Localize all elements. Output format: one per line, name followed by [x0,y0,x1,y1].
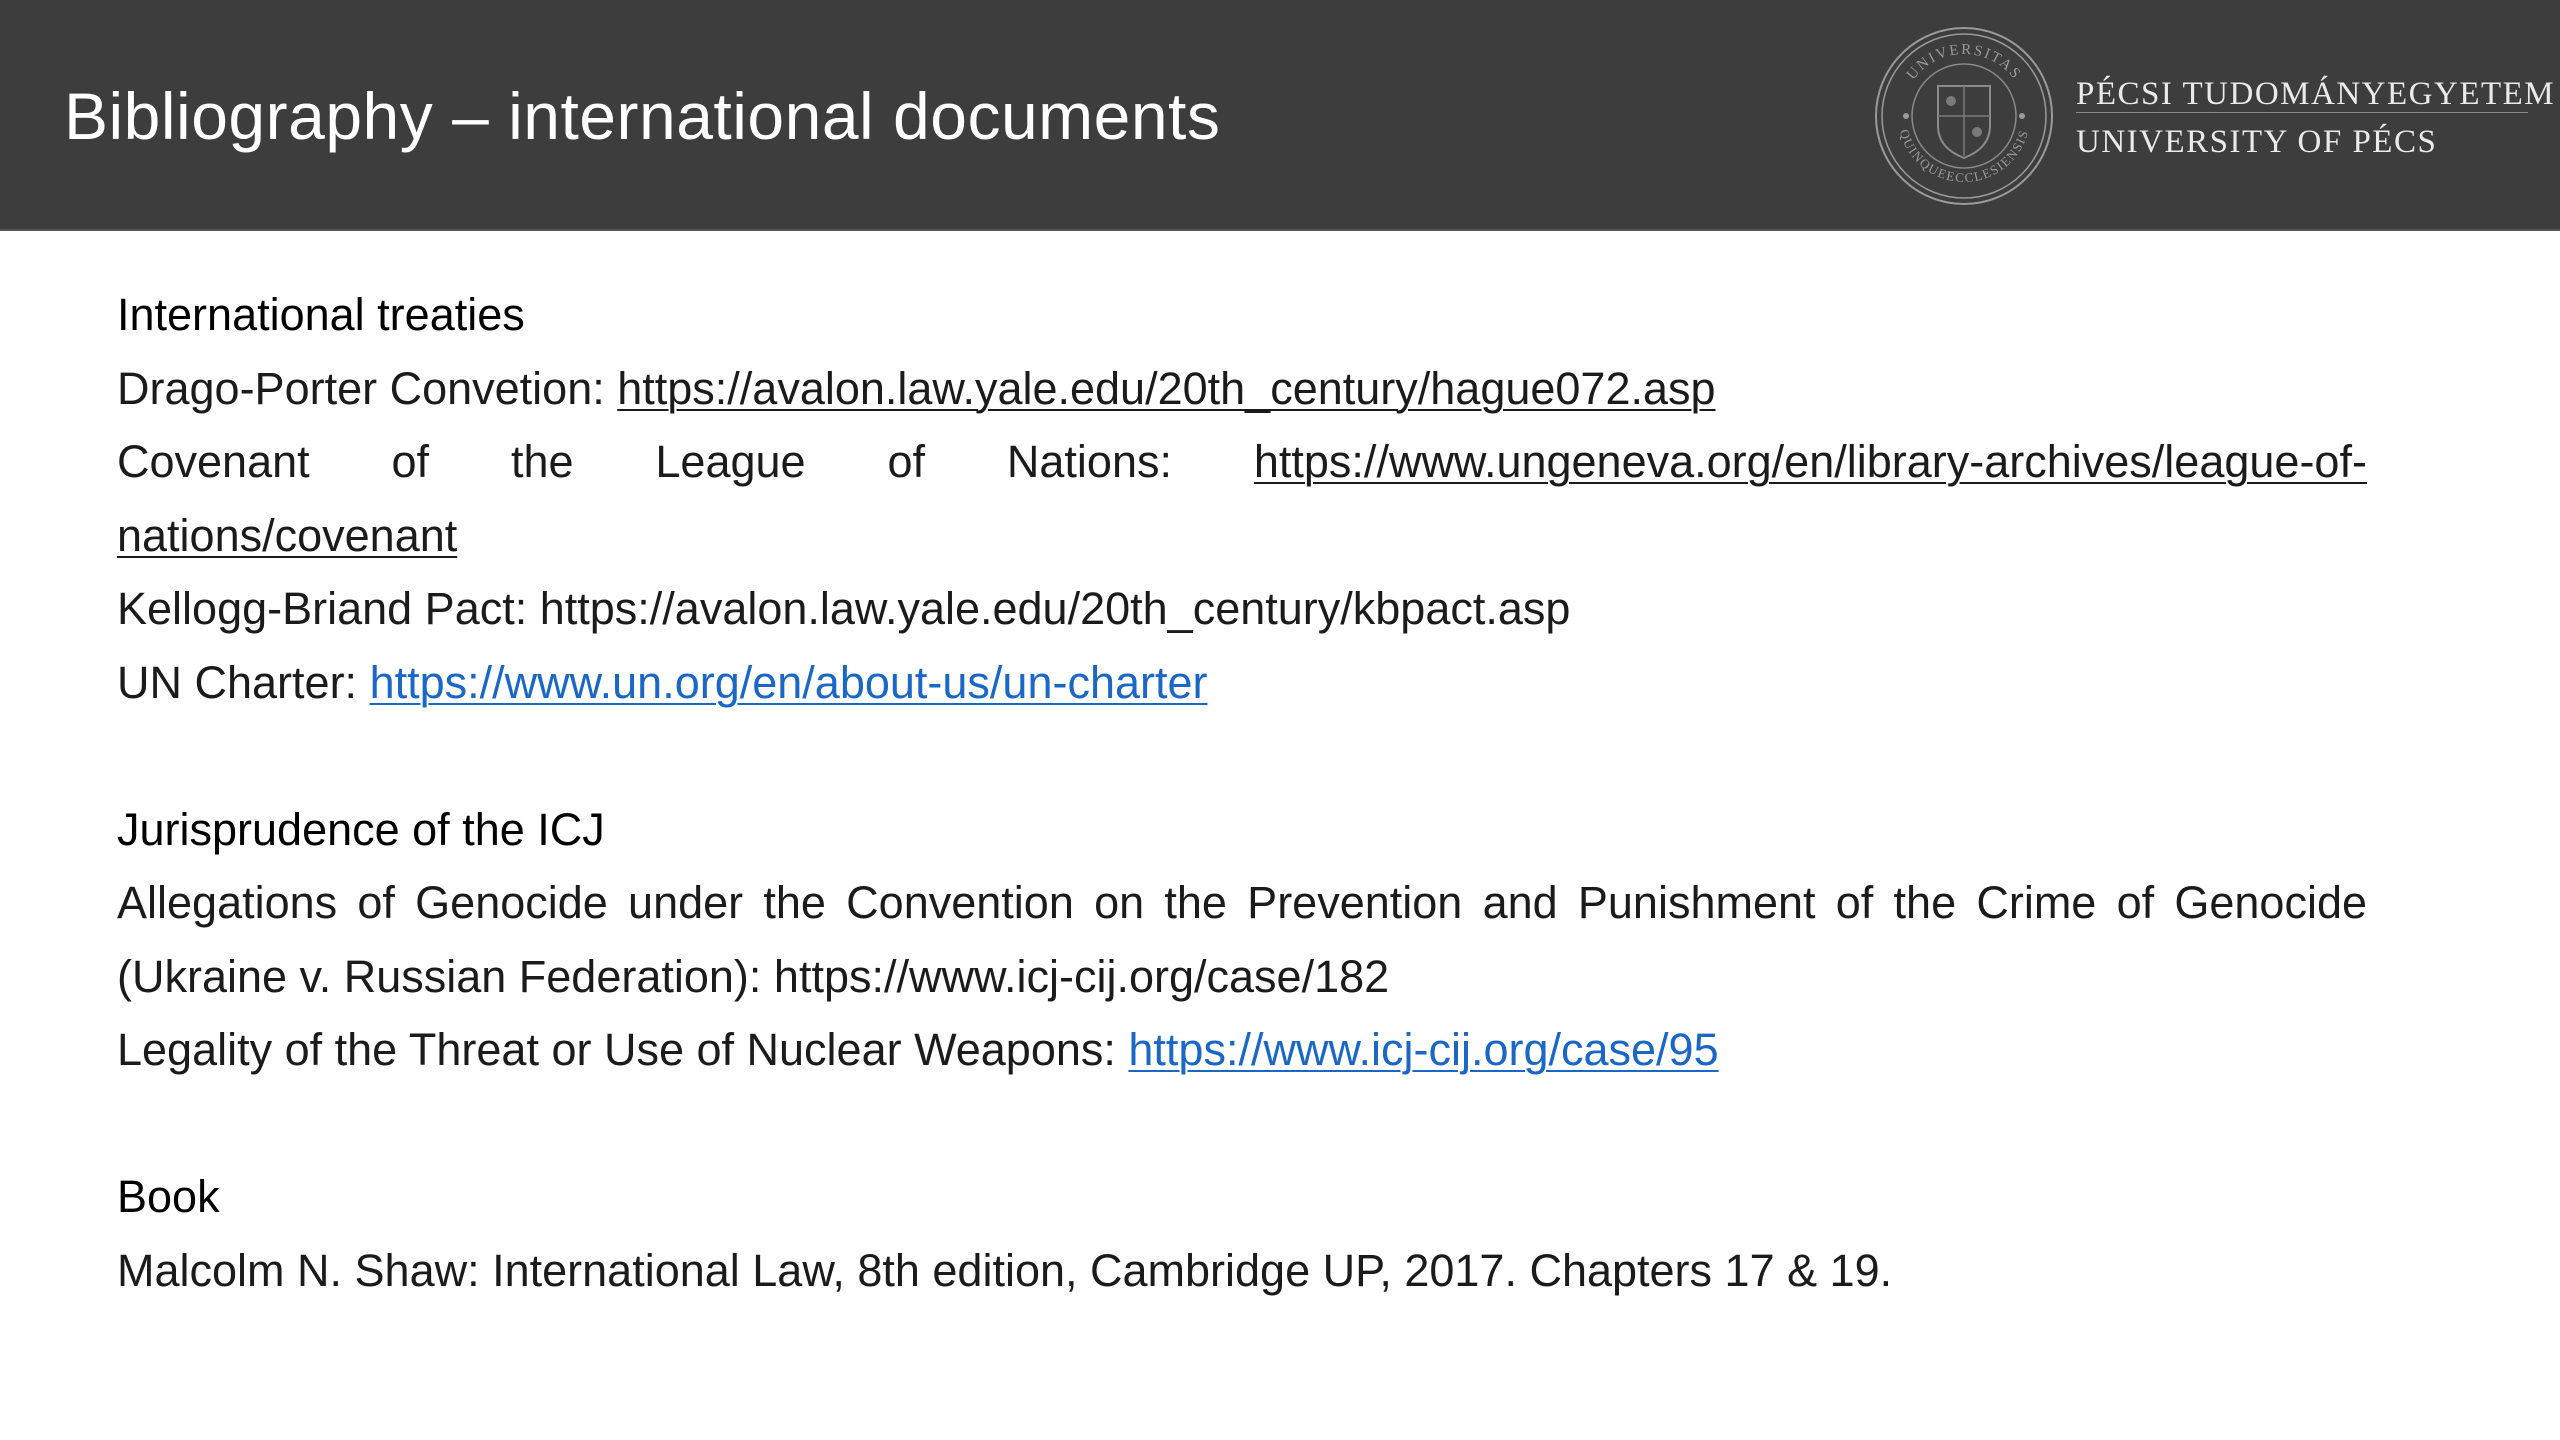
svg-text:UNIVERSITAS: UNIVERSITAS [1904,42,2025,83]
treaty-label-word: Covenant [117,436,310,487]
treaty-label-word: of [391,436,430,487]
title-bar: Bibliography – international documents U… [0,0,2560,231]
university-name-divider [2076,112,2528,113]
treaty-label-word: Nations: [1006,436,1172,487]
section-spacer [117,719,2367,793]
treaty-link-covenant-continued[interactable]: nations/covenant [117,510,457,561]
treaty-label-word: League [655,436,806,487]
university-seal-icon: UNIVERSITAS QUINQUEECCLESIENSIS [1875,27,2053,205]
section-heading-book: Book [117,1171,220,1222]
treaty-label-word: of [887,436,925,487]
section-spacer [117,1087,2367,1161]
treaty-link-covenant[interactable]: https://www.ungeneva.org/en/library-arch… [1254,436,2367,487]
treaty-drago-porter: Drago-Porter Convetion: https://avalon.l… [117,352,2367,426]
treaty-label-word: the [510,436,574,487]
university-name: PÉCSI TUDOMÁNYEGYETEM UNIVERSITY OF PÉCS [2076,70,2555,166]
bibliography-content: International treaties Drago-Porter Conv… [117,278,2367,1307]
treaty-label: Drago-Porter Convetion: [117,362,618,414]
treaty-link-drago-porter[interactable]: https://avalon.law.yale.edu/20th_century… [617,363,1715,414]
treaty-url-kellogg-briand: https://avalon.law.yale.edu/20th_century… [539,583,1571,634]
book-reference: Malcolm N. Shaw: International Law, 8th … [117,1244,1893,1296]
treaty-covenant: Covenant of the League of Nations: https… [117,425,2367,499]
icj-case-nuclear-weapons: Legality of the Threat or Use of Nuclear… [117,1013,2367,1087]
icj-case-label: Legality of the Threat or Use of Nuclear… [117,1024,1129,1075]
icj-case-genocide: Allegations of Genocide under the Conven… [117,877,2367,1002]
section-heading-icj: Jurisprudence of the ICJ [117,803,605,855]
slide-title: Bibliography – international documents [64,79,1221,153]
treaty-link-un-charter[interactable]: https://www.un.org/en/about-us/un-charte… [370,657,1208,708]
treaty-covenant-continued: nations/covenant [117,499,2367,573]
university-name-en: UNIVERSITY OF PÉCS [2076,124,2438,160]
treaty-un-charter: UN Charter: https://www.un.org/en/about-… [117,646,2367,720]
university-name-hu: PÉCSI TUDOMÁNYEGYETEM [2076,76,2556,112]
section-heading-treaties: International treaties [117,289,525,340]
treaty-label: UN Charter: [117,656,370,708]
icj-link-nuclear-weapons[interactable]: https://www.icj-cij.org/case/95 [1128,1024,1718,1075]
treaty-label: Kellogg-Briand Pact: [117,583,540,634]
treaty-kellogg-briand: Kellogg-Briand Pact: https://avalon.law.… [117,572,2367,646]
